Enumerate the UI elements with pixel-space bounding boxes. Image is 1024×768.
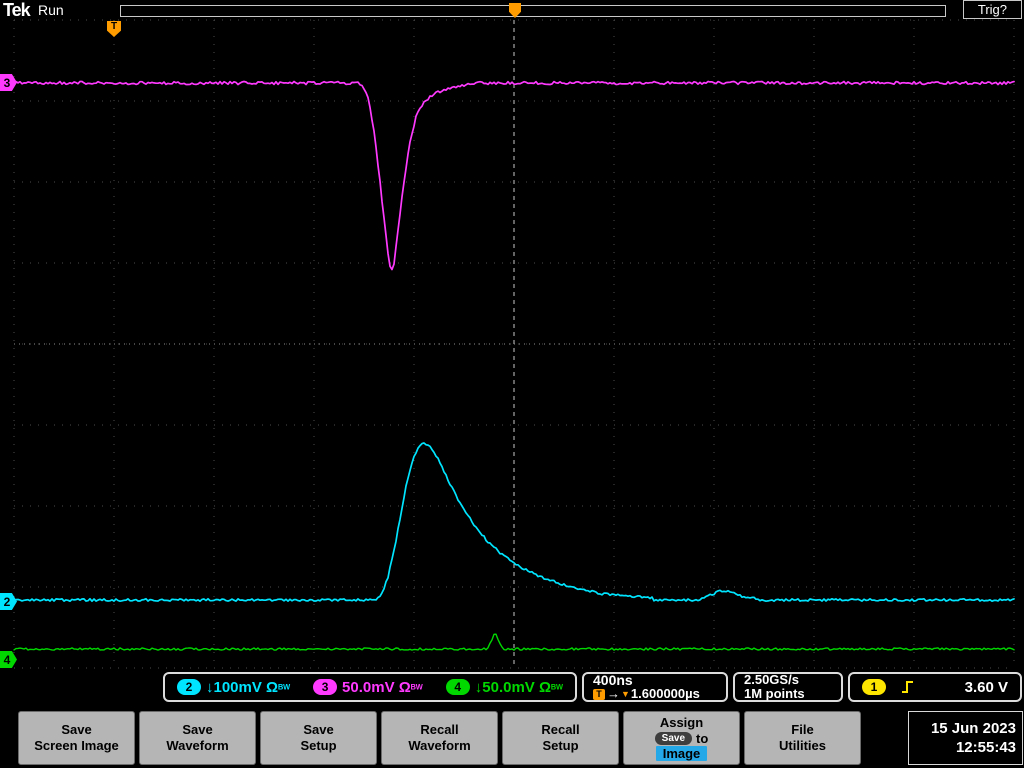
delay-time-readout: 1.600000µs xyxy=(630,686,700,701)
button-label-line1: Assign xyxy=(659,715,704,730)
timebase-readout: 400ns xyxy=(593,672,633,688)
ch3-readout-badge: 3 xyxy=(313,679,338,695)
graticule-display xyxy=(13,19,1015,669)
ch3-readout: 3 50.0mV Ωᴮᵂ xyxy=(313,679,423,696)
trigger-readout[interactable]: 1 3.60 V xyxy=(848,672,1022,702)
button-label-line2: Waveform xyxy=(166,738,229,753)
button-label-line1: Recall xyxy=(420,722,459,737)
rising-edge-slope-icon xyxy=(902,681,913,693)
trigger-level-readout: 3.60 V xyxy=(964,678,1008,696)
button-label-line2: Setup xyxy=(300,738,337,753)
button-label-line2: Waveform xyxy=(408,738,471,753)
record-length-readout: 1M points xyxy=(744,686,805,701)
button-label-line1: File xyxy=(791,722,814,737)
ch4-scale: ↓50.0mV xyxy=(474,678,535,696)
ch4-readout: 4 ↓50.0mV Ωᴮᵂ xyxy=(445,679,563,696)
save-waveform-button[interactable]: Save Waveform xyxy=(139,711,256,765)
assign-save-row: Save to xyxy=(654,731,709,746)
ch4-bw-indicator: ᴮᵂ xyxy=(551,682,563,695)
ch3-bw-indicator: ᴮᵂ xyxy=(410,682,423,695)
save-chip: Save xyxy=(654,732,693,745)
sample-rate-readout: 2.50GS/s xyxy=(744,672,799,687)
ch2-trace xyxy=(13,442,1015,603)
bottom-menu: Save Screen Image Save Waveform Save Set… xyxy=(18,711,861,765)
ch2-bw-indicator: ᴮᵂ xyxy=(278,682,291,695)
horizontal-readout[interactable]: 400ns T → ▼ 1.600000µs xyxy=(582,672,728,702)
ch3-coupling: Ω xyxy=(398,678,411,696)
ch3-scale: 50.0mV xyxy=(342,678,395,696)
button-label-line1: Recall xyxy=(541,722,580,737)
file-utilities-button[interactable]: File Utilities xyxy=(744,711,861,765)
ch2-coupling: Ω xyxy=(266,678,279,696)
date-display: 15 Jun 2023 xyxy=(930,720,1016,737)
time-display: 12:55:43 xyxy=(955,739,1016,756)
ch3-scale-readout: 50.0mV Ωᴮᵂ xyxy=(342,679,423,696)
ch4-coupling: Ω xyxy=(538,678,552,696)
delay-marker-icon: ▼ xyxy=(621,689,630,699)
delay-arrow: → xyxy=(607,686,620,701)
assign-save-to-image-button[interactable]: Assign Save to Image xyxy=(623,711,740,765)
recall-setup-button[interactable]: Recall Setup xyxy=(502,711,619,765)
acquisition-readout[interactable]: 2.50GS/s 1M points xyxy=(733,672,843,702)
button-label-line1: Save xyxy=(303,722,334,737)
recall-waveform-button[interactable]: Recall Waveform xyxy=(381,711,498,765)
button-label-line2: Setup xyxy=(542,738,579,753)
datetime-display: 15 Jun 2023 12:55:43 xyxy=(908,711,1023,765)
save-setup-button[interactable]: Save Setup xyxy=(260,711,377,765)
button-label-line1: Save xyxy=(61,722,92,737)
ch4-scale-readout: ↓50.0mV Ωᴮᵂ xyxy=(475,679,563,696)
ch2-scale: ↓100mV xyxy=(206,678,262,696)
button-label-line1: Save xyxy=(182,722,213,737)
channel-readouts[interactable]: 2 ↓100mV Ωᴮᵂ 3 50.0mV Ωᴮᵂ 4 ↓50.0mV Ωᴮᵂ xyxy=(163,672,577,702)
ch2-scale-readout: ↓100mV Ωᴮᵂ xyxy=(206,679,290,696)
ch2-readout: 2 ↓100mV Ωᴮᵂ xyxy=(177,679,290,696)
assign-image-highlight: Image xyxy=(655,746,708,761)
ch4-readout-badge: 4 xyxy=(445,679,470,695)
save-screen-image-button[interactable]: Save Screen Image xyxy=(18,711,135,765)
oscilloscope-screen: Tek Run Trig? T 3 2 4 2 ↓100mV Ωᴮᵂ 3 50.… xyxy=(0,0,1024,768)
assign-to-label: to xyxy=(696,731,709,746)
trigger-symbol: T xyxy=(593,688,605,700)
trigger-source-badge: 1 xyxy=(862,679,886,695)
button-label-line2: Screen Image xyxy=(34,738,119,753)
ch2-readout-badge: 2 xyxy=(177,679,201,695)
button-label-line2: Utilities xyxy=(779,738,826,753)
delay-readout: T → ▼ 1.600000µs xyxy=(593,687,700,701)
